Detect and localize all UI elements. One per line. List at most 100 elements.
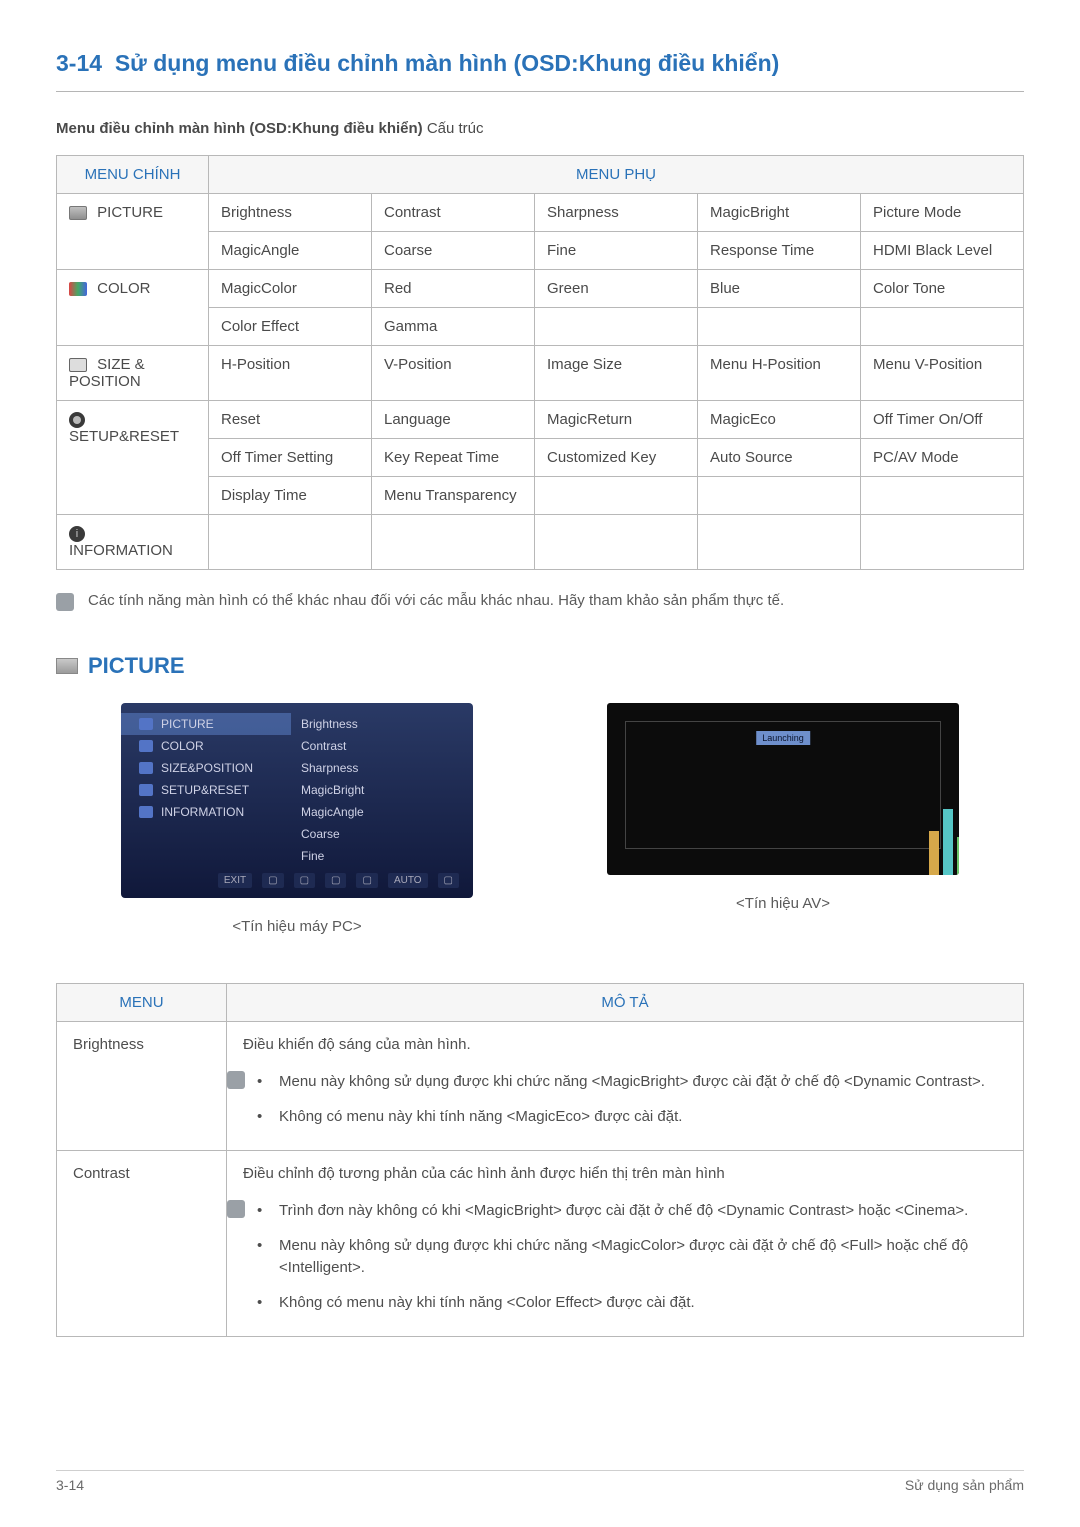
osd-sub-item: Fine [291, 845, 473, 867]
osd-sub-item: Coarse [291, 823, 473, 845]
pc-signal-column: PICTUREBrightnessCOLORContrastSIZE&POSIT… [121, 703, 473, 935]
sub-menu-cell: MagicAngle [209, 232, 372, 270]
sub-menu-cell: MagicColor [209, 270, 372, 308]
picture-heading-text: PICTURE [88, 653, 185, 679]
main-menu-label: COLOR [93, 280, 151, 297]
sub-menu-cell: Fine [535, 232, 698, 270]
sub-menu-cell: Menu V-Position [861, 346, 1024, 401]
osd-main-item: PICTURE [121, 713, 291, 735]
main-menu-cell: SETUP&RESET [57, 401, 209, 515]
setup&reset-icon [69, 412, 85, 428]
pc-caption: <Tín hiệu máy PC> [232, 918, 361, 935]
footer-left: 3-14 [56, 1477, 84, 1493]
sub-menu-cell: MagicReturn [535, 401, 698, 439]
sub-menu-cell: Blue [698, 270, 861, 308]
desc-intro: Điều chỉnh độ tương phản của các hình ản… [243, 1165, 1007, 1182]
sub-menu-cell: V-Position [372, 346, 535, 401]
note-icon [227, 1200, 245, 1218]
osd-av-preview: Launching [607, 703, 959, 875]
sub-menu-cell: Display Time [209, 477, 372, 515]
osd-main-item: INFORMATION [121, 801, 291, 823]
desc-body-cell: Điều khiển độ sáng của màn hình. Menu này… [227, 1022, 1024, 1151]
sub-menu-cell [535, 515, 698, 570]
note-icon [227, 1071, 245, 1089]
osd-sub-item: Sharpness [291, 757, 473, 779]
av-caption: <Tín hiệu AV> [736, 895, 830, 912]
osd-main-item: SIZE&POSITION [121, 757, 291, 779]
sub-menu-cell: Image Size [535, 346, 698, 401]
av-signal-column: Launching <Tín hiệu AV> [607, 703, 959, 935]
sub-menu-cell [372, 515, 535, 570]
osd-sub-item: MagicAngle [291, 801, 473, 823]
sub-menu-cell [698, 477, 861, 515]
main-menu-cell: PICTURE [57, 194, 209, 270]
size & position-icon [69, 358, 87, 372]
osd-main-item: SETUP&RESET [121, 779, 291, 801]
desc-body-cell: Điều chỉnh độ tương phản của các hình ản… [227, 1151, 1024, 1337]
main-menu-cell: SIZE & POSITION [57, 346, 209, 401]
th-main: MENU CHÍNH [57, 156, 209, 194]
note-text: Các tính năng màn hình có thể khác nhau … [88, 592, 784, 609]
color-icon [69, 282, 87, 296]
sub-menu-cell [535, 477, 698, 515]
sub-menu-cell: Picture Mode [861, 194, 1024, 232]
osd-sub-item: Contrast [291, 735, 473, 757]
note-row: Các tính năng màn hình có thể khác nhau … [56, 592, 1024, 611]
sub-menu-cell: Language [372, 401, 535, 439]
subtitle-rest: Cấu trúc [423, 120, 484, 137]
sub-menu-cell: Gamma [372, 308, 535, 346]
subtitle-bold: Menu điều chỉnh màn hình (OSD:Khung điều… [56, 120, 423, 137]
osd-sub-item: MagicBright [291, 779, 473, 801]
desc-bullet: Trình đơn này không có khi <MagicBright>… [275, 1196, 1007, 1231]
sub-menu-cell: Contrast [372, 194, 535, 232]
sub-menu-cell: Brightness [209, 194, 372, 232]
osd-main-item [121, 823, 291, 845]
sub-menu-cell [698, 515, 861, 570]
section-heading: Sử dụng menu điều chỉnh màn hình (OSD:Kh… [115, 50, 779, 76]
section-title: 3-14 Sử dụng menu điều chỉnh màn hình (O… [56, 50, 1024, 77]
main-menu-cell: i INFORMATION [57, 515, 209, 570]
desc-menu-cell: Brightness [57, 1022, 227, 1151]
sub-menu-cell [535, 308, 698, 346]
section-number: 3-14 [56, 50, 102, 76]
information-icon: i [69, 526, 85, 542]
sub-menu-cell: Response Time [698, 232, 861, 270]
description-table: MENU MÔ TẢ BrightnessĐiều khiển độ sáng … [56, 983, 1024, 1337]
main-menu-label: PICTURE [93, 204, 163, 221]
sub-menu-cell: Reset [209, 401, 372, 439]
th-desc: MÔ TẢ [227, 984, 1024, 1022]
desc-intro: Điều khiển độ sáng của màn hình. [243, 1036, 1007, 1053]
sub-menu-cell: Coarse [372, 232, 535, 270]
main-menu-cell: COLOR [57, 270, 209, 346]
page-footer: 3-14 Sử dụng sản phẩm [56, 1470, 1024, 1493]
desc-bullet: Menu này không sử dụng được khi chức năn… [275, 1231, 1007, 1288]
th-sub: MENU PHỤ [209, 156, 1024, 194]
sub-menu-cell: HDMI Black Level [861, 232, 1024, 270]
picture-heading: PICTURE [56, 653, 1024, 679]
sub-menu-cell: Customized Key [535, 439, 698, 477]
footer-right: Sử dụng sản phẩm [905, 1477, 1024, 1493]
desc-menu-cell: Contrast [57, 1151, 227, 1337]
main-menu-label: SETUP&RESET [69, 428, 179, 445]
main-menu-label: INFORMATION [69, 542, 173, 559]
desc-bullet: Không có menu này khi tính năng <MagicEc… [275, 1102, 1007, 1137]
sub-menu-cell [861, 515, 1024, 570]
osd-sub-item: Brightness [291, 713, 473, 735]
sub-menu-cell: Off Timer Setting [209, 439, 372, 477]
osd-main-item [121, 845, 291, 867]
sub-menu-cell: H-Position [209, 346, 372, 401]
desc-bullet: Menu này không sử dụng được khi chức năn… [275, 1067, 1007, 1102]
sub-menu-cell [209, 515, 372, 570]
picture-icon [56, 658, 78, 674]
sub-menu-cell: MagicBright [698, 194, 861, 232]
sub-menu-cell [861, 308, 1024, 346]
subtitle: Menu điều chỉnh màn hình (OSD:Khung điều… [56, 120, 1024, 137]
osd-main-item: COLOR [121, 735, 291, 757]
sub-menu-cell [698, 308, 861, 346]
th-menu: MENU [57, 984, 227, 1022]
sub-menu-cell [861, 477, 1024, 515]
divider [56, 91, 1024, 92]
sub-menu-cell: Auto Source [698, 439, 861, 477]
note-icon [56, 593, 74, 611]
sub-menu-cell: Off Timer On/Off [861, 401, 1024, 439]
